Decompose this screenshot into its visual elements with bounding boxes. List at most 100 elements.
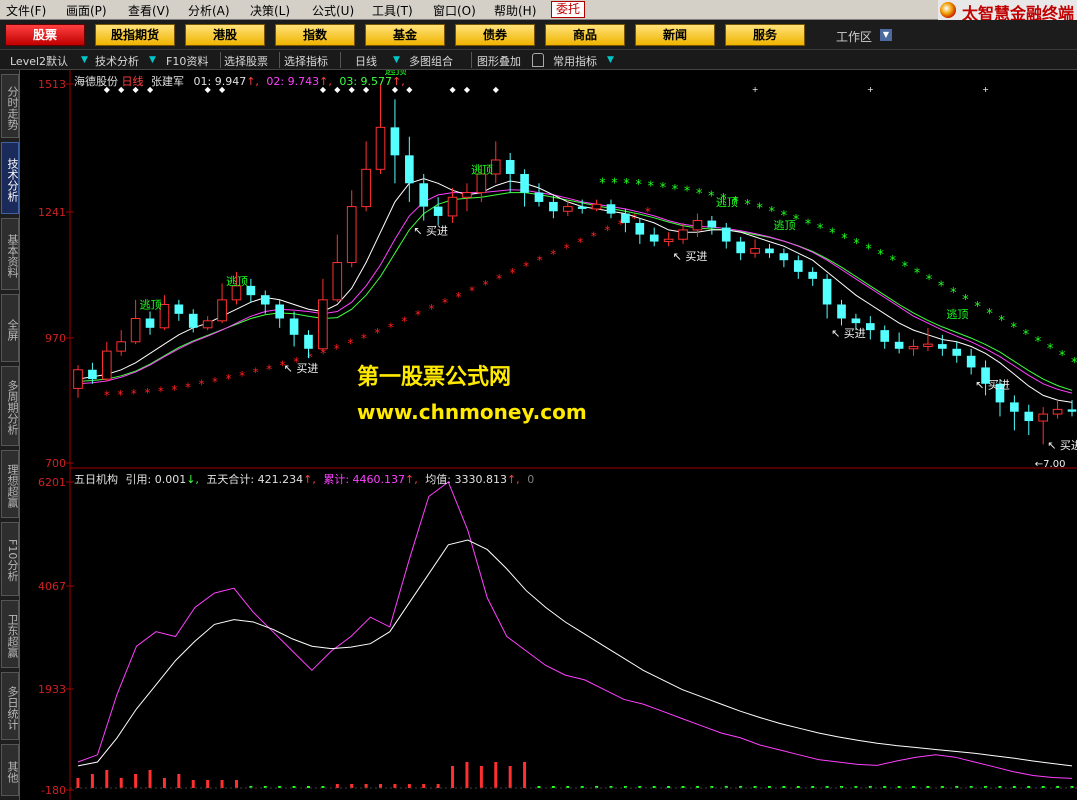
chart-panel[interactable]: * * * * * * * * * * * * * * * * * * * * * * * * * * * * * * * * * * * * * * * *…: [20, 70, 1077, 800]
sidebar-item-technical[interactable]: 技术分析: [1, 142, 19, 214]
flow-bar: [1041, 786, 1045, 788]
toolbar-futures-button[interactable]: 股指期货: [95, 24, 175, 46]
candle-body: [188, 313, 198, 328]
signal-marker: ◆: [449, 85, 456, 94]
candle-body: [736, 241, 745, 254]
tab-select-indicator[interactable]: 选择指标: [284, 53, 328, 69]
menu-help[interactable]: 帮助(H): [494, 2, 536, 19]
flow-bar: [177, 774, 181, 788]
toolbar-news-button[interactable]: 新闻: [635, 24, 715, 46]
candle-body: [520, 173, 529, 193]
entrust-button[interactable]: 委托: [551, 1, 585, 18]
resistance-star: *: [840, 232, 848, 247]
flow-bar: [364, 784, 368, 788]
menu-window[interactable]: 窗口(O): [433, 2, 476, 19]
sidebar-item-multi-period[interactable]: 多周期分析: [1, 366, 19, 446]
workspace-label[interactable]: 工作区: [836, 28, 872, 45]
candle-body: [851, 318, 861, 324]
tab-dropdown-icon[interactable]: ▼: [81, 54, 88, 66]
signal-marker: +: [982, 85, 989, 94]
candle-body: [202, 320, 213, 329]
resistance-star: *: [659, 181, 667, 196]
tab-separator: [220, 52, 221, 68]
candle-body: [88, 369, 97, 380]
menu-view-screen[interactable]: 画面(P): [66, 2, 107, 19]
flow-bar: [393, 784, 397, 788]
sidebar-item-multi-day-stats[interactable]: 多日统计: [1, 672, 19, 740]
resistance-star: *: [1070, 356, 1077, 371]
resistance-star: *: [877, 248, 885, 263]
sidebar-item-ideal[interactable]: 理想超赢: [1, 450, 19, 518]
support-star: *: [225, 372, 232, 386]
toolbar-bond-button[interactable]: 债券: [455, 24, 535, 46]
indicator-value-3: 03: 9.577: [339, 75, 393, 88]
tab-technical-analysis[interactable]: 技术分析: [95, 53, 139, 69]
flow-bar: [436, 784, 440, 788]
sidebar-item-f10-analysis[interactable]: F10分析: [1, 522, 19, 596]
menu-view[interactable]: 查看(V): [128, 2, 170, 19]
tab-multi-chart[interactable]: 多图组合: [409, 53, 453, 69]
flow-bar: [407, 784, 411, 788]
lock-icon[interactable]: [532, 53, 544, 67]
tab-level2-default[interactable]: Level2默认: [10, 53, 68, 69]
flow-bar: [191, 780, 195, 788]
candle-body: [260, 295, 270, 305]
menu-analysis[interactable]: 分析(A): [188, 2, 230, 19]
chart-canvas[interactable]: * * * * * * * * * * * * * * * * * * * * * * * * * * * * * * * * * * * * * * * *…: [20, 70, 1077, 800]
tab-dropdown-icon[interactable]: ▼: [393, 54, 400, 66]
resistance-star: *: [756, 201, 764, 216]
cumulative-value: 累计: 4460.137: [323, 473, 406, 486]
flow-bar: [134, 774, 138, 788]
tab-dropdown-icon[interactable]: ▼: [607, 54, 614, 66]
period-label: 日线: [121, 75, 144, 88]
candle-body: [1067, 409, 1077, 412]
toolbar-commodity-button[interactable]: 商品: [545, 24, 625, 46]
flow-bar: [90, 774, 94, 788]
tab-f10[interactable]: F10资料: [166, 53, 208, 69]
ma-green-line: [77, 192, 1073, 391]
resistance-star: *: [1046, 342, 1054, 357]
tab-select-stock[interactable]: 选择股票: [224, 53, 268, 69]
resistance-star: *: [804, 217, 812, 232]
toolbar-fund-button[interactable]: 基金: [365, 24, 445, 46]
candle-body: [505, 159, 515, 174]
support-star: *: [563, 242, 570, 256]
resistance-star: *: [853, 237, 861, 252]
toolbar-stocks-button[interactable]: 股票: [5, 24, 85, 46]
candle-body: [217, 299, 227, 322]
candle-body: [275, 304, 285, 319]
price-info-line: 海德股份 日线 张建军 01: 9.947↑, 02: 9.743↑, 03: …: [74, 75, 405, 88]
resistance-star: *: [744, 198, 752, 213]
flow-bar: [551, 786, 555, 788]
support-star: *: [238, 369, 245, 383]
buy-label: ↖ 买进: [831, 327, 866, 340]
indicator-info-line: 五日机构 引用: 0.001↓, 五天合计: 421.234↑, 累计: 446…: [74, 473, 535, 486]
indicator-value-2: 02: 9.743: [266, 75, 320, 88]
sidebar-item-fundamentals[interactable]: 基本资料: [1, 218, 19, 290]
candle-body: [73, 369, 83, 389]
tab-daily[interactable]: 日线: [355, 53, 377, 69]
tab-dropdown-icon[interactable]: ▼: [149, 54, 156, 66]
menu-file[interactable]: 文件(F): [6, 2, 46, 19]
tab-overlay[interactable]: 图形叠加: [477, 53, 521, 69]
candle-body: [476, 173, 487, 194]
toolbar-service-button[interactable]: 服务: [725, 24, 805, 46]
menu-formula[interactable]: 公式(U): [312, 2, 354, 19]
escape-top-label: 逃顶: [946, 308, 968, 321]
menu-tools[interactable]: 工具(T): [372, 2, 413, 19]
toolbar-index-button[interactable]: 指数: [275, 24, 355, 46]
workspace-dropdown-icon[interactable]: ▼: [880, 29, 892, 41]
five-day-total: 五天合计: 421.234: [206, 473, 304, 486]
sidebar-item-weidong[interactable]: 卫东超赢: [1, 600, 19, 668]
toolbar-hk-button[interactable]: 港股: [185, 24, 265, 46]
sidebar-item-fullscreen[interactable]: 全屏: [1, 294, 19, 362]
sidebar-item-intraday[interactable]: 分时走势: [1, 74, 19, 138]
menu-decision[interactable]: 决策(L): [250, 2, 290, 19]
sidebar-item-other[interactable]: 其他: [1, 744, 19, 796]
resistance-star: *: [647, 180, 655, 195]
flow-bar: [379, 784, 383, 788]
tab-common-indicators[interactable]: 常用指标: [553, 53, 597, 69]
price-axis-tick: 1513: [38, 78, 66, 91]
support-star: *: [468, 284, 475, 298]
candle-body: [1024, 411, 1034, 422]
